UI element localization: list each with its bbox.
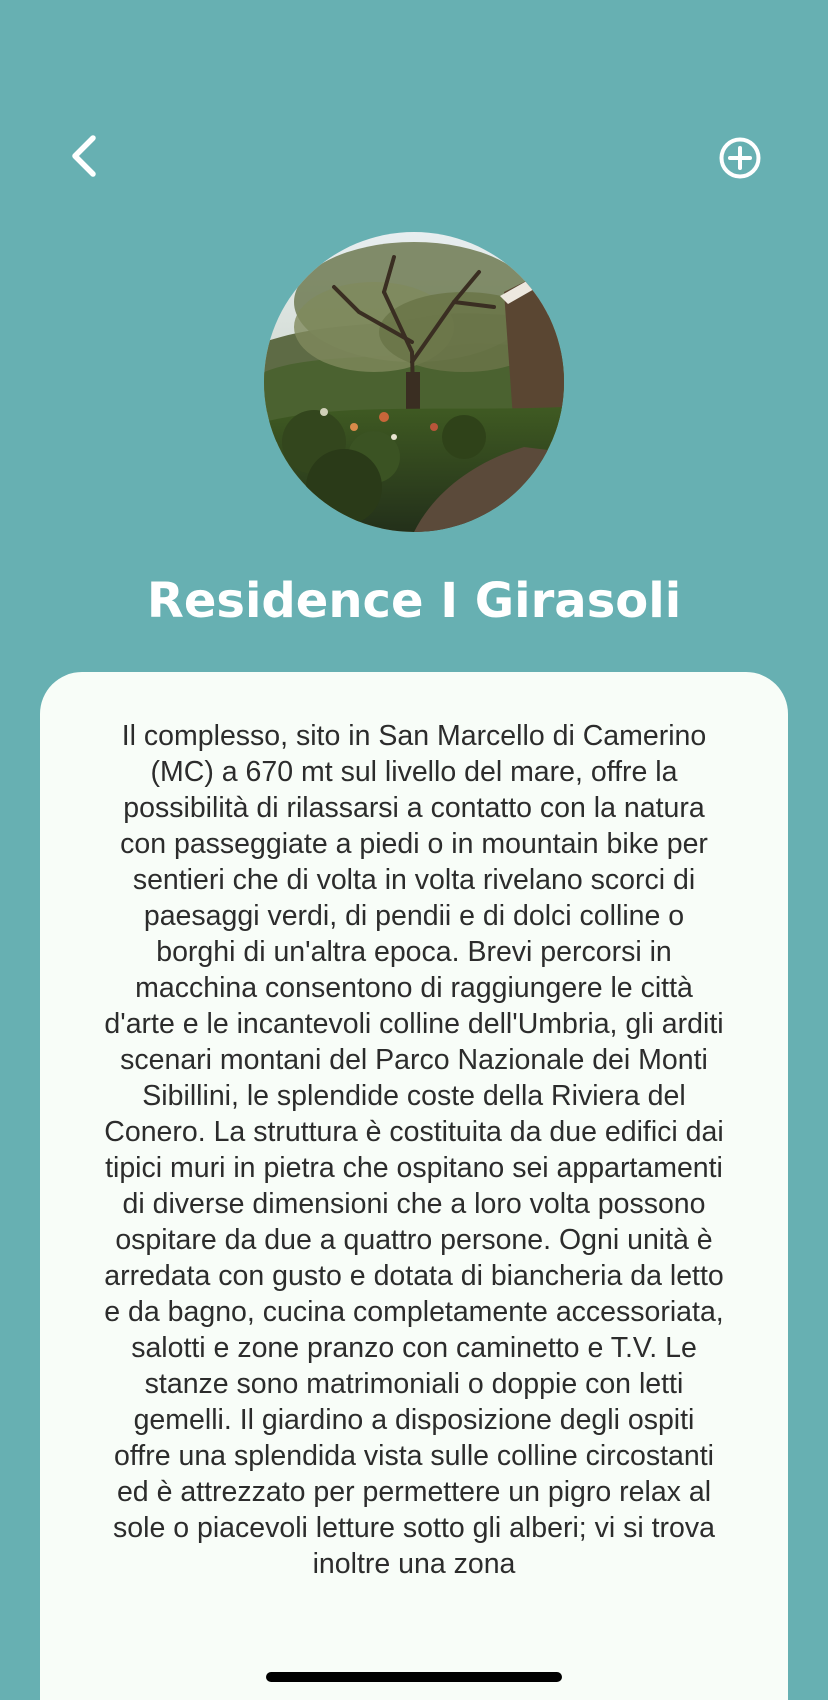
description-card: Il complesso, sito in San Marcello di Ca…	[40, 672, 788, 1700]
back-button[interactable]	[58, 132, 110, 184]
plus-circle-icon	[718, 136, 762, 185]
page-title: Residence I Girasoli	[146, 573, 682, 629]
residence-photo	[264, 232, 564, 532]
screen: Residence I Girasoli Il complesso, sito …	[0, 0, 828, 1700]
nav-bar	[0, 118, 828, 198]
description-text: Il complesso, sito in San Marcello di Ca…	[104, 720, 724, 1580]
add-button[interactable]	[712, 132, 768, 188]
chevron-left-icon	[68, 134, 100, 183]
home-indicator	[266, 1672, 562, 1682]
